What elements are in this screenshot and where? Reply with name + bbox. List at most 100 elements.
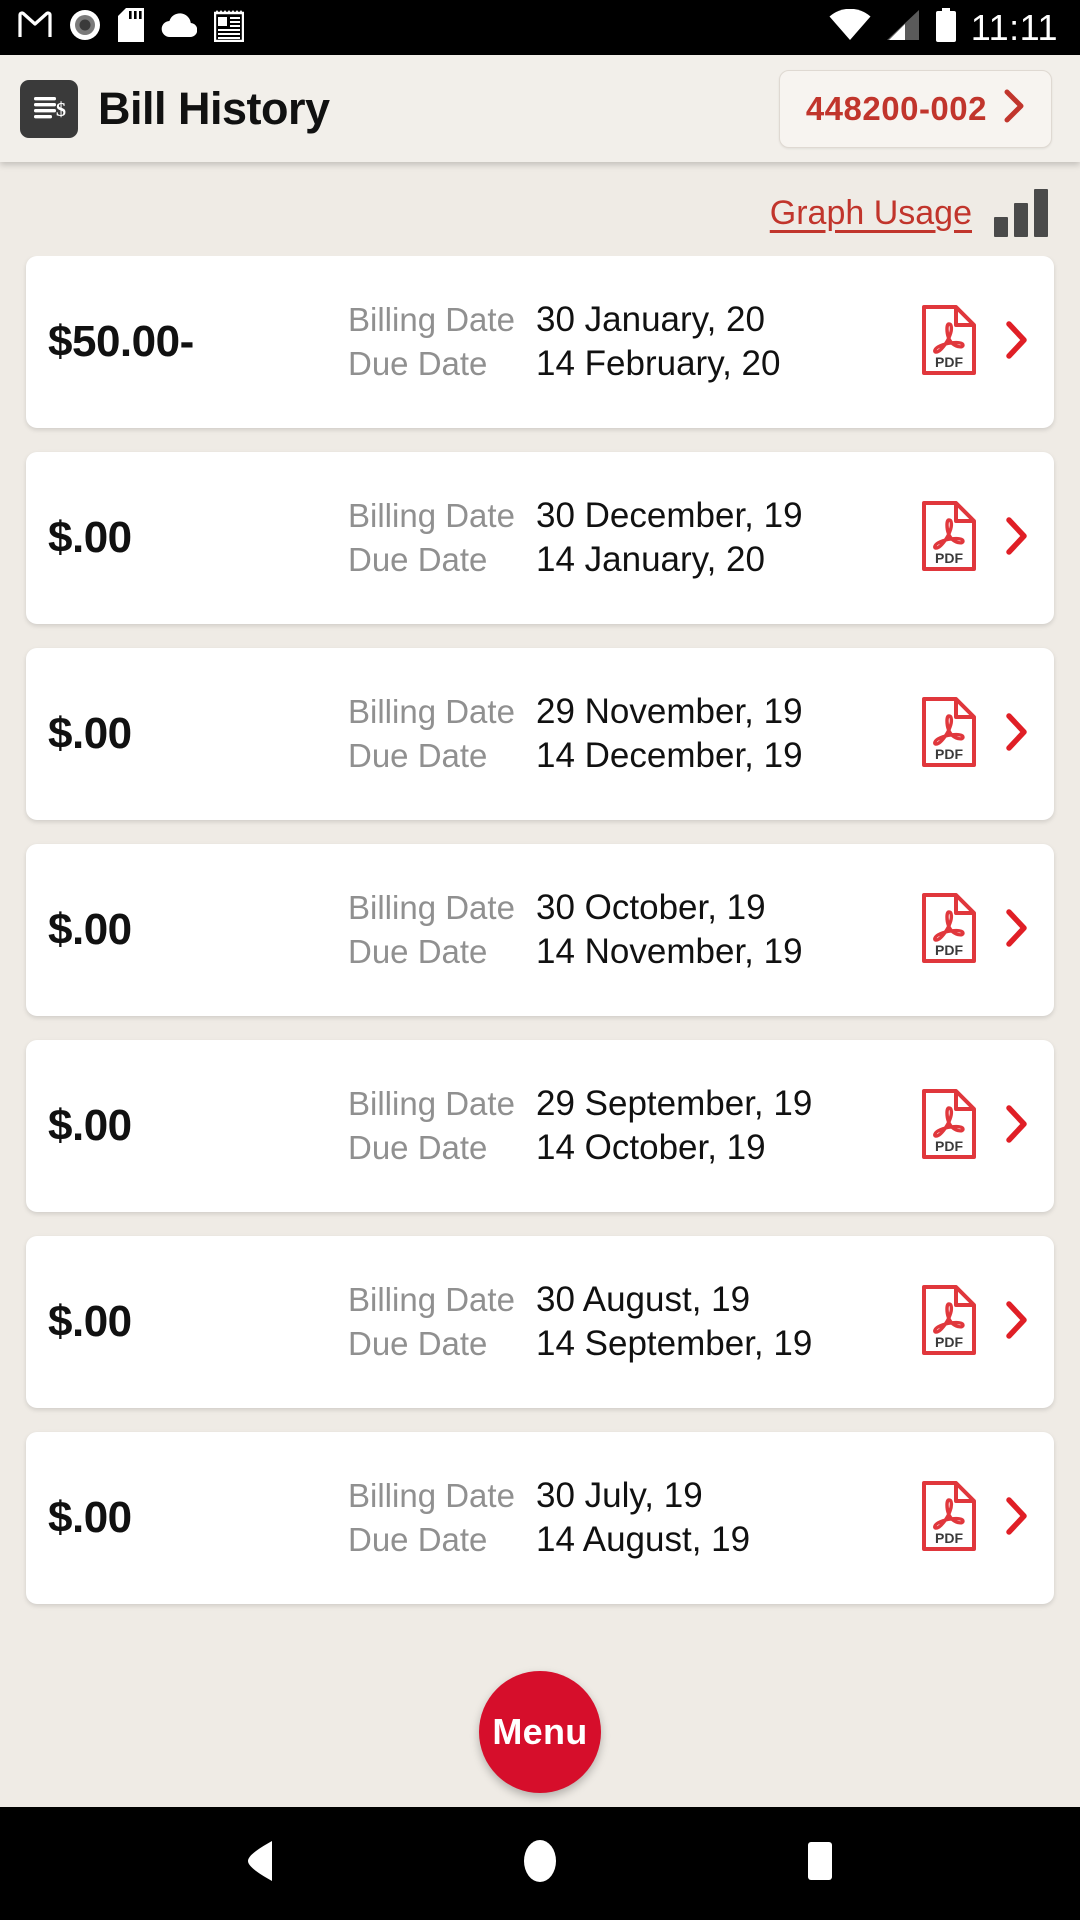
android-navigation-bar [0, 1807, 1080, 1920]
bill-card[interactable]: $.00 Billing Date 30 October, 19 Due Date 14… [26, 844, 1054, 1016]
recents-square-icon [800, 1839, 840, 1888]
due-date-label: Due Date [348, 1129, 488, 1166]
chevron-right-icon [1003, 89, 1025, 128]
page-title: Bill History [98, 82, 330, 134]
due-date-label: Due Date [348, 1325, 488, 1362]
bill-card-actions: PDF [920, 696, 1028, 773]
due-date-line: Due Date 14 August, 19 [348, 1520, 910, 1560]
bill-card-actions: PDF [920, 1088, 1028, 1165]
chevron-right-icon[interactable] [1004, 320, 1028, 364]
pdf-file-icon[interactable]: PDF [920, 696, 978, 773]
status-bar-clock: 11:11 [970, 6, 1058, 48]
header-title-group: $ Bill History [20, 79, 330, 138]
bill-card[interactable]: $.00 Billing Date 30 December, 19 Due Date 1… [26, 452, 1054, 624]
bill-dates: Billing Date 30 December, 19 Due Date 14 Ja… [348, 496, 920, 580]
bill-history-list[interactable]: $50.00- Billing Date 30 January, 20 Due Dat… [0, 256, 1080, 1657]
due-date-label: Due Date [348, 737, 488, 774]
due-date-line: Due Date 14 February, 20 [348, 344, 910, 384]
account-selector-button[interactable]: 448200-002 [778, 69, 1052, 148]
bill-card-actions: PDF [920, 892, 1028, 969]
status-bar-notification-icons [18, 8, 245, 47]
billing-date-value: 30 October, 19 [536, 888, 766, 927]
account-number: 448200-002 [805, 89, 987, 127]
pdf-file-icon[interactable]: PDF [920, 892, 978, 969]
chevron-right-icon[interactable] [1004, 712, 1028, 756]
billing-date-label: Billing Date [348, 1281, 515, 1318]
svg-text:PDF: PDF [935, 550, 963, 566]
bill-dates: Billing Date 30 October, 19 Due Date 14 Nov… [348, 888, 920, 972]
bill-amount: $.00 [48, 1493, 132, 1542]
bill-amount: $.00 [48, 905, 132, 954]
notes-icon [213, 8, 245, 47]
due-date-label: Due Date [348, 345, 488, 382]
due-date-value: 14 September, 19 [536, 1324, 813, 1363]
bill-amount: $.00 [48, 1297, 132, 1346]
graph-usage-link[interactable]: Graph Usage [770, 194, 972, 233]
bill-amount: $50.00- [48, 317, 194, 366]
nav-back-button[interactable] [200, 1807, 320, 1920]
svg-text:PDF: PDF [935, 1334, 963, 1350]
chevron-right-icon[interactable] [1004, 1496, 1028, 1540]
due-date-value: 14 October, 19 [536, 1128, 766, 1167]
billing-date-line: Billing Date 30 August, 19 [348, 1280, 910, 1320]
bill-card[interactable]: $.00 Billing Date 29 November, 19 Due Date 1… [26, 648, 1054, 820]
graph-usage-row[interactable]: Graph Usage [0, 162, 1080, 256]
bill-card-actions: PDF [920, 1480, 1028, 1557]
billing-date-label: Billing Date [348, 889, 515, 926]
app-header: $ Bill History 448200-002 [0, 55, 1080, 162]
svg-text:PDF: PDF [935, 354, 963, 370]
due-date-line: Due Date 14 December, 19 [348, 736, 910, 776]
menu-fab-button[interactable]: Menu [479, 1671, 601, 1793]
due-date-line: Due Date 14 November, 19 [348, 932, 910, 972]
pdf-file-icon[interactable]: PDF [920, 1284, 978, 1361]
svg-text:PDF: PDF [935, 1138, 963, 1154]
svg-text:$: $ [56, 99, 66, 121]
due-date-label: Due Date [348, 541, 488, 578]
billing-date-value: 30 July, 19 [536, 1476, 703, 1515]
billing-date-value: 29 September, 19 [536, 1084, 813, 1123]
bill-dates: Billing Date 30 July, 19 Due Date 14 August… [348, 1476, 920, 1560]
pdf-file-icon[interactable]: PDF [920, 500, 978, 577]
pdf-file-icon[interactable]: PDF [920, 304, 978, 381]
back-triangle-icon [240, 1839, 280, 1888]
bar-chart-icon [994, 189, 1048, 237]
nav-home-button[interactable] [480, 1807, 600, 1920]
due-date-label: Due Date [348, 1521, 488, 1558]
svg-text:PDF: PDF [935, 942, 963, 958]
home-circle-icon [518, 1838, 562, 1889]
bill-card[interactable]: $.00 Billing Date 30 July, 19 Due Date 14 Au… [26, 1432, 1054, 1604]
nav-recents-button[interactable] [760, 1807, 880, 1920]
status-bar-system-icons: 11:11 [829, 7, 1058, 49]
chevron-right-icon[interactable] [1004, 516, 1028, 560]
bill-amount: $.00 [48, 709, 132, 758]
bill-card[interactable]: $.00 Billing Date 29 September, 19 Due Date… [26, 1040, 1054, 1212]
cloud-icon [161, 12, 198, 43]
billing-date-line: Billing Date 30 July, 19 [348, 1476, 910, 1516]
bill-card[interactable]: $.00 Billing Date 30 August, 19 Due Date 14 … [26, 1236, 1054, 1408]
pdf-file-icon[interactable]: PDF [920, 1480, 978, 1557]
due-date-value: 14 November, 19 [536, 932, 803, 971]
status-bar: 11:11 [0, 0, 1080, 55]
pdf-file-icon[interactable]: PDF [920, 1088, 978, 1165]
billing-date-line: Billing Date 30 October, 19 [348, 888, 910, 928]
due-date-line: Due Date 14 October, 19 [348, 1128, 910, 1168]
bill-card-actions: PDF [920, 500, 1028, 577]
menu-fab-label: Menu [492, 1711, 588, 1752]
bill-amount: $.00 [48, 1101, 132, 1150]
bill-card[interactable]: $50.00- Billing Date 30 January, 20 Due Dat… [26, 256, 1054, 428]
sd-card-icon [118, 8, 144, 47]
billing-date-line: Billing Date 30 January, 20 [348, 300, 910, 340]
bill-amount: $.00 [48, 513, 132, 562]
chevron-right-icon[interactable] [1004, 908, 1028, 952]
due-date-line: Due Date 14 January, 20 [348, 540, 910, 580]
screen-record-icon [69, 9, 101, 46]
chevron-right-icon[interactable] [1004, 1104, 1028, 1148]
chevron-right-icon[interactable] [1004, 1300, 1028, 1344]
bill-dates: Billing Date 29 September, 19 Due Date 14 O… [348, 1084, 920, 1168]
due-date-label: Due Date [348, 933, 488, 970]
svg-text:PDF: PDF [935, 1530, 963, 1546]
due-date-value: 14 December, 19 [536, 736, 803, 775]
billing-date-label: Billing Date [348, 1085, 515, 1122]
fab-container: Menu [0, 1657, 1080, 1807]
due-date-value: 14 February, 20 [536, 344, 781, 383]
